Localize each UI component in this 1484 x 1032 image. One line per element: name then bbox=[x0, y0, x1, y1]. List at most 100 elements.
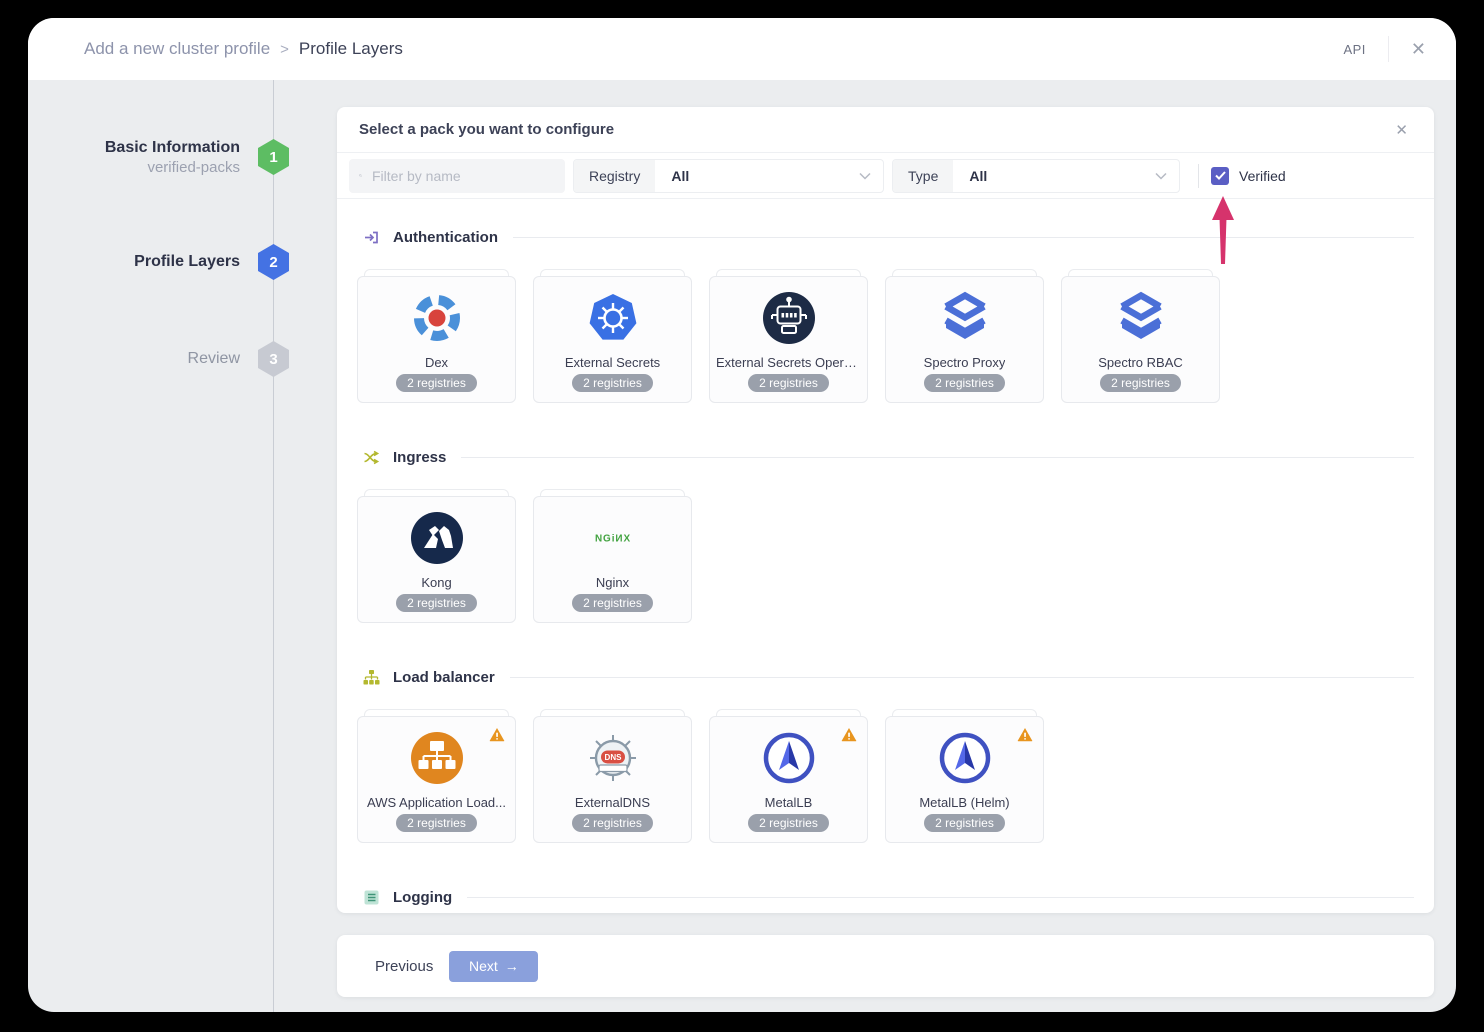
search-box[interactable] bbox=[349, 159, 565, 193]
pack-card[interactable]: Dex 2 registries bbox=[357, 276, 516, 403]
load-balancer-icon bbox=[363, 669, 380, 686]
breadcrumb-parent[interactable]: Add a new cluster profile bbox=[84, 39, 270, 59]
spectro-icon bbox=[937, 290, 993, 346]
section-divider bbox=[510, 677, 1414, 678]
pack-card[interactable]: AWS Application Load... 2 registries bbox=[357, 716, 516, 843]
shuffle-icon bbox=[363, 449, 380, 466]
stepper: Basic Information verified-packs 1 Profi… bbox=[28, 80, 274, 1012]
step-label: Basic Information bbox=[105, 139, 240, 157]
svg-text:NGiИX: NGiИX bbox=[594, 534, 630, 545]
api-link[interactable]: API bbox=[1343, 42, 1365, 57]
stepper-step-basic-information[interactable]: Basic Information verified-packs 1 bbox=[105, 139, 273, 175]
pack-registries-badge: 2 registries bbox=[572, 374, 653, 392]
warning-icon bbox=[1017, 727, 1033, 742]
nginx-icon: NGiИX bbox=[585, 510, 641, 566]
stepper-step-review[interactable]: Review 3 bbox=[188, 341, 273, 377]
header: Add a new cluster profile > Profile Laye… bbox=[28, 18, 1456, 80]
aws-alb-icon bbox=[409, 730, 465, 786]
pack-registries-badge: 2 registries bbox=[396, 594, 477, 612]
pack-name: AWS Application Load... bbox=[367, 795, 506, 810]
pack-registries-badge: 2 registries bbox=[924, 814, 1005, 832]
pack-card[interactable]: MetalLB (Helm) 2 registries bbox=[885, 716, 1044, 843]
verified-checkbox-wrap[interactable]: Verified bbox=[1211, 167, 1286, 185]
external-dns-icon: DNS bbox=[585, 730, 641, 786]
page-title: Profile Layers bbox=[299, 39, 403, 59]
pack-card-row: Kong 2 registries NGiИX Nginx 2 registri… bbox=[357, 496, 1414, 623]
pack-card[interactable]: Spectro Proxy 2 registries bbox=[885, 276, 1044, 403]
metallb-icon bbox=[937, 730, 993, 786]
section-title: Ingress bbox=[393, 449, 446, 466]
chevron-down-icon bbox=[859, 172, 871, 180]
section-header: Load balancer bbox=[357, 669, 1414, 686]
previous-button[interactable]: Previous bbox=[375, 958, 433, 975]
type-dropdown-label: Type bbox=[893, 160, 953, 192]
pack-card[interactable]: Kong 2 registries bbox=[357, 496, 516, 623]
chevron-down-icon bbox=[1155, 172, 1167, 180]
pack-card-row: AWS Application Load... 2 registries DNS… bbox=[357, 716, 1414, 843]
pack-card-row: Dex 2 registries External Secrets 2 regi… bbox=[357, 276, 1414, 403]
section-divider bbox=[467, 897, 1414, 898]
warning-icon bbox=[841, 727, 857, 742]
section-header: Logging bbox=[357, 889, 1414, 906]
wizard-footer: Previous Next → bbox=[337, 935, 1434, 997]
pack-registries-badge: 2 registries bbox=[396, 814, 477, 832]
next-button[interactable]: Next → bbox=[449, 951, 538, 982]
panel-close-icon[interactable]: ✕ bbox=[1395, 121, 1408, 139]
next-button-label: Next bbox=[469, 958, 498, 974]
warning-icon bbox=[489, 727, 505, 742]
registry-dropdown[interactable]: Registry All bbox=[573, 159, 884, 193]
section-divider bbox=[513, 237, 1414, 238]
filter-bar: Registry All Type All bbox=[337, 153, 1434, 198]
pack-name: Dex bbox=[425, 355, 448, 370]
kubernetes-icon bbox=[585, 290, 641, 346]
pack-section: Authentication Dex 2 registries External… bbox=[357, 229, 1414, 403]
pack-name: Spectro Proxy bbox=[924, 355, 1006, 370]
breadcrumb: Add a new cluster profile > Profile Laye… bbox=[84, 39, 403, 59]
pack-section: Logging bbox=[357, 889, 1414, 913]
breadcrumb-separator: > bbox=[280, 41, 289, 58]
section-title: Logging bbox=[393, 889, 452, 906]
pack-card[interactable]: NGiИX Nginx 2 registries bbox=[533, 496, 692, 623]
pack-card[interactable]: External Secrets 2 registries bbox=[533, 276, 692, 403]
step-sublabel: verified-packs bbox=[105, 159, 240, 176]
pack-name: External Secrets bbox=[565, 355, 660, 370]
pack-sections: Authentication Dex 2 registries External… bbox=[337, 229, 1434, 913]
pack-card[interactable]: MetalLB 2 registries bbox=[709, 716, 868, 843]
svg-text:DNS: DNS bbox=[604, 753, 622, 762]
pack-name: MetalLB bbox=[765, 795, 813, 810]
pack-name: ExternalDNS bbox=[575, 795, 650, 810]
pack-card[interactable]: External Secrets Opera... 2 registries bbox=[709, 276, 868, 403]
kong-icon bbox=[409, 510, 465, 566]
pack-card[interactable]: DNS ExternalDNS 2 registries bbox=[533, 716, 692, 843]
close-icon[interactable]: ✕ bbox=[1411, 40, 1426, 58]
registry-dropdown-label: Registry bbox=[574, 160, 655, 192]
pack-name: Kong bbox=[421, 575, 451, 590]
arrow-right-icon: → bbox=[505, 958, 519, 974]
stepper-step-profile-layers[interactable]: Profile Layers 2 bbox=[134, 244, 273, 280]
registry-dropdown-value: All bbox=[671, 168, 689, 184]
metallb-icon bbox=[761, 730, 817, 786]
filter-divider bbox=[1198, 164, 1199, 188]
pack-name: Spectro RBAC bbox=[1098, 355, 1183, 370]
spectro-icon bbox=[1113, 290, 1169, 346]
pack-registries-badge: 2 registries bbox=[572, 814, 653, 832]
section-header: Authentication bbox=[357, 229, 1414, 246]
type-dropdown[interactable]: Type All bbox=[892, 159, 1180, 193]
dex-icon bbox=[409, 290, 465, 346]
pack-card[interactable]: Spectro RBAC 2 registries bbox=[1061, 276, 1220, 403]
header-divider bbox=[1388, 36, 1389, 62]
verified-checkbox[interactable] bbox=[1211, 167, 1229, 185]
pack-name: MetalLB (Helm) bbox=[919, 795, 1009, 810]
pack-name: Nginx bbox=[596, 575, 629, 590]
pack-registries-badge: 2 registries bbox=[748, 814, 829, 832]
pack-registries-badge: 2 registries bbox=[572, 594, 653, 612]
login-icon bbox=[363, 229, 380, 246]
pack-registries-badge: 2 registries bbox=[1100, 374, 1181, 392]
pack-section: Ingress Kong 2 registries NGiИX Nginx 2 … bbox=[357, 449, 1414, 623]
pack-filter-input[interactable] bbox=[370, 167, 555, 185]
section-title: Load balancer bbox=[393, 669, 495, 686]
search-icon bbox=[359, 168, 362, 183]
type-dropdown-value: All bbox=[969, 168, 987, 184]
section-title: Authentication bbox=[393, 229, 498, 246]
pack-section: Load balancer AWS Application Load... 2 … bbox=[357, 669, 1414, 843]
